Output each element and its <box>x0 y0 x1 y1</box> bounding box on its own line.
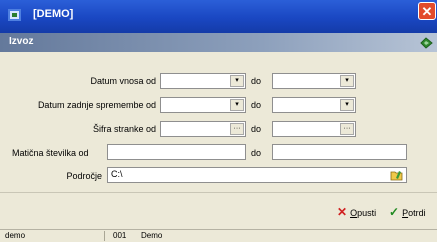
client-code-to-label: do <box>251 124 262 134</box>
x-icon: ✕ <box>337 205 348 219</box>
section-icon <box>420 37 433 49</box>
client-code-from-field[interactable]: ··· <box>160 121 246 137</box>
window-title: [DEMO] <box>33 8 74 20</box>
title-bar: [DEMO] ✕ <box>0 0 437 33</box>
client-code-to-field[interactable]: ··· <box>272 121 356 137</box>
reg-number-to-label: do <box>251 148 262 158</box>
close-icon[interactable]: ✕ <box>418 2 436 20</box>
chevron-down-icon[interactable]: ▾ <box>340 75 354 87</box>
confirm-label: Potrdi <box>402 208 426 218</box>
date-entry-to-select[interactable]: ▾ <box>272 73 356 89</box>
date-change-to-label: do <box>251 100 262 110</box>
section-title: Izvoz <box>9 36 34 47</box>
chevron-down-icon[interactable]: ▾ <box>230 99 244 111</box>
status-divider <box>104 231 105 241</box>
date-change-label: Datum zadnje spremembe od <box>37 100 156 110</box>
dialog-window: [DEMO] ✕ Izvoz Datum vnosa od ▾ do ▾ Dat… <box>0 0 437 242</box>
client-code-label: Šifra stranke od <box>92 124 156 134</box>
date-change-to-select[interactable]: ▾ <box>272 97 356 113</box>
reg-number-label: Matična številka od <box>12 148 89 158</box>
app-icon <box>8 9 21 21</box>
date-entry-from-select[interactable]: ▾ <box>160 73 246 89</box>
status-company: Demo <box>141 231 163 240</box>
date-entry-label: Datum vnosa od <box>90 76 156 86</box>
lookup-icon[interactable]: ··· <box>340 123 354 135</box>
status-user: demo <box>5 231 26 240</box>
cancel-label: Opusti <box>350 208 377 218</box>
chevron-down-icon[interactable]: ▾ <box>340 99 354 111</box>
status-code: 001 <box>113 231 127 240</box>
area-value: C:\ <box>111 169 123 179</box>
date-change-from-select[interactable]: ▾ <box>160 97 246 113</box>
check-icon: ✓ <box>389 205 400 219</box>
divider <box>0 192 437 193</box>
area-input[interactable]: C:\ <box>107 167 407 183</box>
folder-browse-icon[interactable] <box>390 169 404 181</box>
chevron-down-icon[interactable]: ▾ <box>230 75 244 87</box>
date-entry-to-label: do <box>251 76 262 86</box>
status-bar: demo 001 Demo <box>0 229 437 242</box>
area-label: Področje <box>66 171 102 181</box>
lookup-icon[interactable]: ··· <box>230 123 244 135</box>
section-header: Izvoz <box>0 33 437 52</box>
confirm-button[interactable]: ✓ Potrdi <box>389 205 426 219</box>
reg-number-from-input[interactable] <box>107 144 246 160</box>
reg-number-to-input[interactable] <box>272 144 407 160</box>
cancel-button[interactable]: ✕ Opusti <box>337 205 376 219</box>
